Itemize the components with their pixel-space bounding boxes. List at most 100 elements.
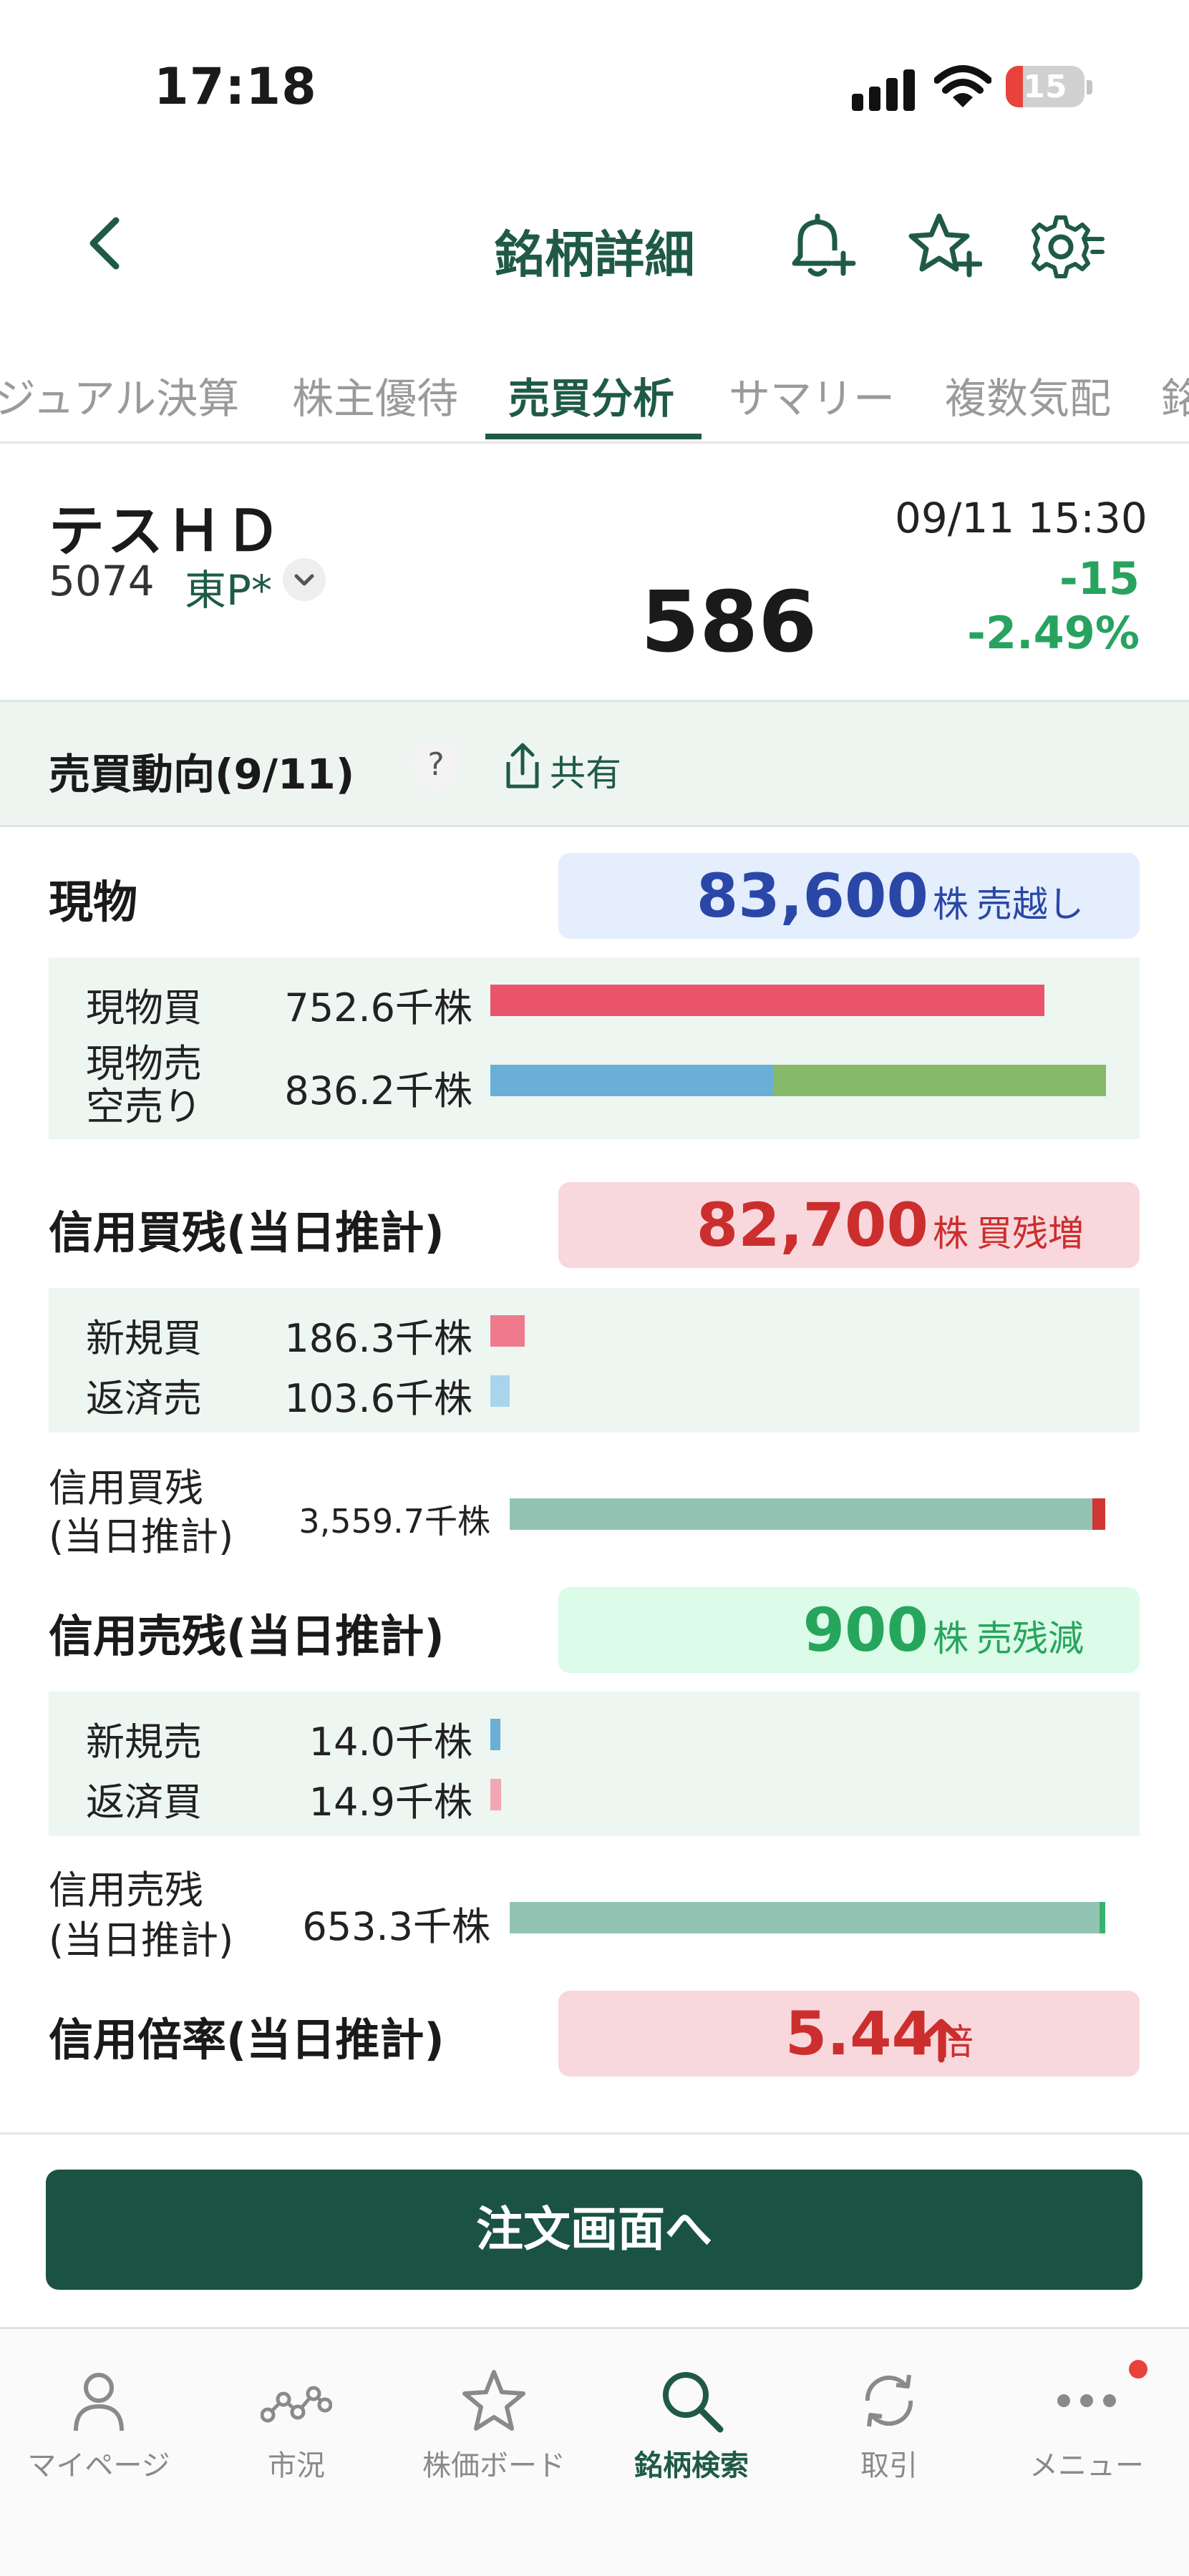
margin-buy-label: 信用買残(当日推計) <box>49 1206 445 1259</box>
spot-buy-bar <box>490 985 1045 1016</box>
spot-net-value: 83,600 <box>696 861 928 931</box>
margin-sell-total-value: 653.3千株 <box>302 1904 490 1949</box>
stock-price: 586 <box>641 572 817 671</box>
help-button[interactable]: ? <box>412 741 460 789</box>
notification-badge <box>1129 2360 1147 2379</box>
margin-ratio-box: 5.44 倍 <box>558 1991 1140 2077</box>
tab-visual-earnings[interactable]: ジュアル決算 <box>0 365 239 425</box>
margin-buy-total-value: 3,559.7千株 <box>299 1502 490 1541</box>
margin-buy-total-sublabel: (当日推計) <box>49 1514 234 1559</box>
tab-shareholder-benefits[interactable]: 株主優待 <box>292 365 458 425</box>
tab-active-indicator <box>485 434 702 439</box>
nav-mypage-label: マイページ <box>27 2449 170 2482</box>
bell-plus-icon <box>792 213 856 277</box>
repay-sell-bar <box>490 1375 510 1407</box>
search-icon <box>663 2372 724 2433</box>
margin-buy-status: 買残増 <box>976 1213 1084 1254</box>
spot-buy-value: 752.6千株 <box>284 985 472 1030</box>
arrow-up-icon <box>916 2015 966 2065</box>
margin-sell-total-bar <box>510 1902 1100 1933</box>
new-sell-value: 14.0千株 <box>309 1719 472 1765</box>
tab-bar: ジュアル決算 株主優待 売買分析 サマリー 複数気配 銘 <box>0 358 1189 444</box>
short-sell-bar <box>773 1065 1106 1096</box>
gear-icon <box>1032 215 1105 278</box>
more-icon <box>1057 2394 1116 2407</box>
margin-ratio-value: 5.44 <box>785 1999 933 2069</box>
market-dropdown[interactable] <box>283 558 326 601</box>
margin-buy-value: 82,700 <box>696 1190 928 1260</box>
share-icon <box>506 743 539 789</box>
nav-mypage[interactable]: マイページ <box>0 2351 198 2484</box>
margin-sell-unit: 株 <box>932 1618 969 1659</box>
tab-trading-analysis[interactable]: 売買分析 <box>508 365 674 425</box>
section-title: 売買動向(9/11) <box>49 750 355 799</box>
person-icon <box>74 2373 124 2431</box>
order-button[interactable]: 注文画面へ <box>46 2170 1142 2290</box>
battery-icon: 15 <box>1006 66 1084 107</box>
star-plus-icon <box>908 213 983 278</box>
refresh-icon <box>865 2374 913 2427</box>
repay-sell-value: 103.6千株 <box>284 1376 472 1421</box>
add-alert-button[interactable] <box>780 208 859 286</box>
settings-button[interactable] <box>1027 208 1105 286</box>
margin-sell-total-label: 信用売残 <box>49 1868 203 1913</box>
new-buy-label: 新規買 <box>86 1316 202 1361</box>
margin-ratio-label: 信用倍率(当日推計) <box>49 2014 445 2066</box>
repay-buy-value: 14.9千株 <box>309 1780 472 1825</box>
battery-cap <box>1087 80 1092 94</box>
margin-sell-status: 売残減 <box>976 1618 1084 1659</box>
spot-label: 現物 <box>49 876 138 928</box>
nav-menu[interactable]: メニュー <box>988 2351 1185 2484</box>
page-title: 銘柄詳細 <box>494 225 695 284</box>
market-icon <box>261 2386 332 2423</box>
star-icon <box>462 2370 525 2431</box>
battery-level: 15 <box>1023 69 1067 105</box>
margin-buy-unit: 株 <box>932 1213 969 1254</box>
stock-code: 5074 <box>49 557 155 605</box>
margin-sell-delta-bar <box>1100 1902 1105 1933</box>
status-time: 17:18 <box>154 57 317 116</box>
nav-stock-search-label: 銘柄検索 <box>634 2449 749 2482</box>
nav-stock-board[interactable]: 株価ボード <box>395 2351 593 2484</box>
new-buy-value: 186.3千株 <box>284 1316 472 1361</box>
spot-net-status: 売越し <box>976 884 1084 925</box>
spot-sell-value: 836.2千株 <box>284 1068 472 1113</box>
margin-sell-panel <box>49 1692 1140 1836</box>
margin-buy-total-label: 信用買残 <box>49 1465 203 1511</box>
nav-trade[interactable]: 取引 <box>790 2351 988 2484</box>
market-selector[interactable]: 東P* <box>185 557 272 617</box>
repay-buy-bar <box>490 1779 502 1810</box>
repay-sell-label: 返済売 <box>86 1376 202 1421</box>
spot-net-unit: 株 <box>932 884 969 925</box>
margin-buy-box: 82,700 株 買残増 <box>558 1182 1140 1268</box>
quote-datetime: 09/11 15:30 <box>895 494 1147 542</box>
margin-buy-total-bar <box>510 1498 1092 1530</box>
margin-sell-box: 900 株 売残減 <box>558 1587 1140 1673</box>
share-button[interactable]: 共有 <box>501 741 621 794</box>
new-buy-bar <box>490 1315 525 1347</box>
price-change: -15 <box>1059 552 1140 605</box>
nav-market-label: 市況 <box>268 2449 325 2482</box>
tab-summary[interactable]: サマリー <box>729 365 895 425</box>
margin-sell-value: 900 <box>802 1595 928 1665</box>
margin-buy-panel <box>49 1288 1140 1433</box>
bottom-nav: マイページ 市況 株価ボード 銘柄検索 取引 メニュー <box>0 2327 1189 2576</box>
wifi-icon <box>933 63 992 110</box>
spot-buy-label: 現物買 <box>86 985 202 1030</box>
spot-sell-bar <box>490 1065 774 1096</box>
margin-buy-delta-bar <box>1092 1498 1105 1530</box>
nav-stock-board-label: 株価ボード <box>422 2449 566 2482</box>
cellular-signal-icon <box>852 68 916 111</box>
tab-multiple-quotes[interactable]: 複数気配 <box>945 365 1111 425</box>
margin-sell-total-sublabel: (当日推計) <box>49 1918 234 1963</box>
nav-stock-search[interactable]: 銘柄検索 <box>593 2351 790 2484</box>
add-favorite-button[interactable] <box>903 208 983 286</box>
spot-net-box: 83,600 株 売越し <box>558 853 1140 939</box>
tab-more[interactable]: 銘 <box>1161 365 1189 425</box>
nav-trade-label: 取引 <box>860 2449 918 2482</box>
nav-menu-label: メニュー <box>1029 2449 1144 2482</box>
share-label: 共有 <box>550 753 621 794</box>
chevron-down-icon <box>294 574 314 586</box>
margin-sell-label: 信用売残(当日推計) <box>49 1610 445 1662</box>
nav-market[interactable]: 市況 <box>198 2351 395 2484</box>
